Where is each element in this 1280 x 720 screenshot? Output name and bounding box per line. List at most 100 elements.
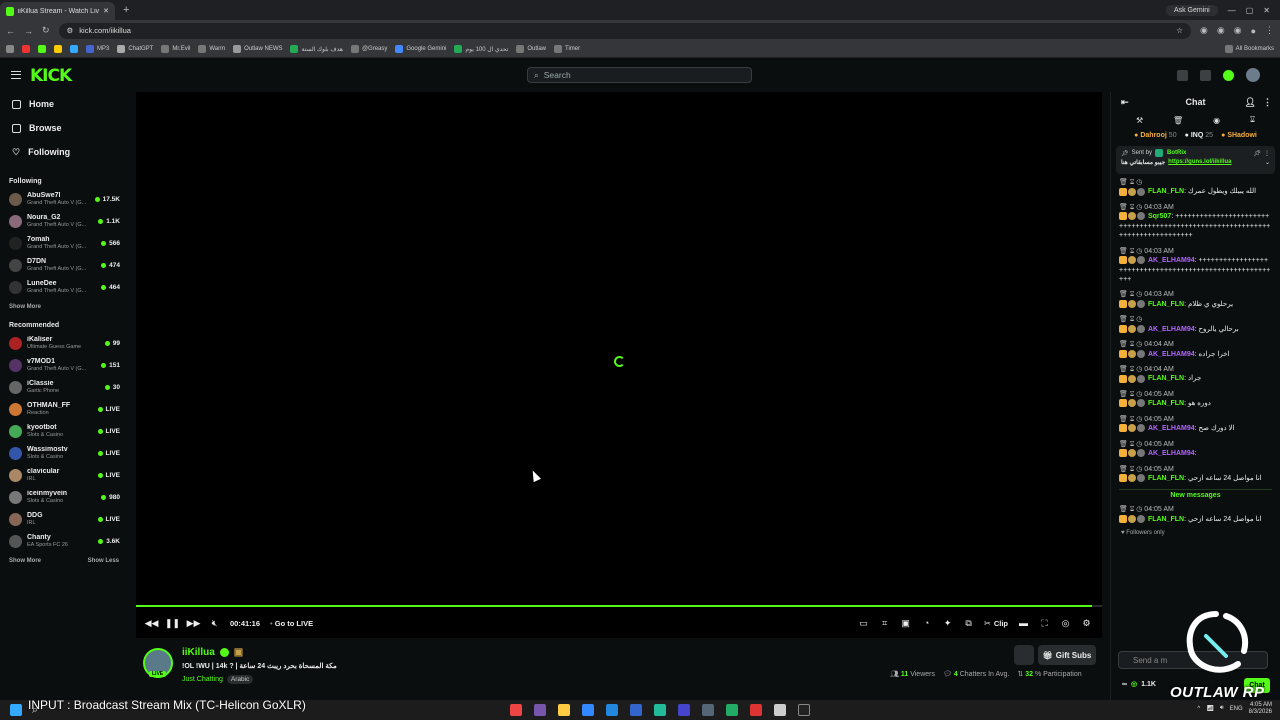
bookmark-icon[interactable] [54,45,62,53]
delete-icon[interactable]: 🗑︎ [1119,291,1128,298]
chat-username[interactable]: AK_ELHAM94 [1148,450,1195,457]
chat-username[interactable]: AK_ELHAM94 [1148,351,1195,358]
timeout-icon[interactable]: ⌛︎ [1130,441,1134,448]
minimize-icon[interactable]: — [1228,6,1236,15]
bookmark-item[interactable]: Timer [554,45,580,53]
go-to-live-button[interactable]: • Go to LIVE [270,619,313,628]
unpin-icon[interactable]: 📌︎ [1253,150,1261,157]
url-field[interactable]: ⚙ kick.com/iikillua ☆ [58,22,1191,39]
close-window-icon[interactable]: ✕ [1263,6,1270,15]
bookmark-item[interactable]: ChatGPT [117,45,153,53]
close-tab-icon[interactable]: ✕ [103,7,109,15]
leaderboard-entry[interactable]: ● SHadowi [1221,132,1257,139]
reload-icon[interactable]: ↻ [42,25,50,36]
app-icon[interactable] [630,704,642,716]
sidebar-channel[interactable]: 7omah Grand Theft Auto V (G... 566 [0,232,128,254]
pause-icon[interactable]: ❚❚ [165,618,180,629]
sidebar-channel[interactable]: D7DN Grand Theft Auto V (G... 474 [0,254,128,276]
pinned-menu-icon[interactable]: ⋮ [1264,150,1270,157]
timeout-icon[interactable]: ⌛︎ [1130,316,1134,323]
app-icon[interactable] [606,704,618,716]
edge-icon[interactable] [654,704,666,716]
bookmark-item[interactable]: @Greasy [350,45,387,53]
delete-icon[interactable]: 🗑︎ [1119,248,1128,255]
forward-icon[interactable]: → [24,26,33,36]
theater-icon[interactable] [1177,69,1188,81]
subscribe-icon-button[interactable] [1014,645,1034,665]
profile-icon[interactable]: ● [1251,26,1256,36]
sidebar-channel[interactable]: OTHMAN_FF Reaction LIVE [0,398,128,420]
fullscreen-icon[interactable]: ⛶ [1039,618,1050,629]
bookmark-item[interactable]: Outlaw NEWS [233,45,282,53]
sidebar-channel[interactable]: v7MOD1 Grand Theft Auto V (G... 151 [0,354,128,376]
chevron-down-icon[interactable]: ⌄ [1265,159,1270,166]
network-icon[interactable]: 📶︎ [1206,705,1214,712]
menu-hamburger-icon[interactable] [11,71,21,79]
bookmark-item[interactable]: تحدي ال 100 يوم [454,45,508,53]
timeout-icon[interactable]: ⌛︎ [1130,204,1134,211]
show-more-following[interactable]: Show More [9,304,41,310]
clip-button[interactable]: ✂ Clip [984,619,1008,628]
screenshot-icon[interactable]: ▣ [900,618,911,629]
boost-icon[interactable]: ✦ [942,618,953,629]
bookmark-item[interactable]: Mr.Evil [161,45,190,53]
trash-icon[interactable]: 🗑︎ [1173,116,1183,125]
sidebar-channel[interactable]: LuneDee Grand Theft Auto V (G... 464 [0,276,128,298]
speed-icon[interactable]: ◔ [921,618,932,629]
timeout-icon[interactable]: ⌛︎ [1130,341,1134,348]
menu-dots-icon[interactable]: ⋮ [1265,25,1274,36]
search-input[interactable]: ⌕ Search [527,67,752,83]
chat-username[interactable]: Sqr507 [1148,213,1171,220]
category-link[interactable]: Just Chatting [182,676,223,683]
bookmark-item[interactable]: MP3 [86,45,109,53]
delete-icon[interactable]: 🗑︎ [1119,179,1128,186]
tray-chevron-icon[interactable]: ^ [1197,706,1200,712]
camera-icon[interactable]: ▭ [858,618,869,629]
maximize-icon[interactable]: ▢ [1246,6,1254,15]
show-more-recommended[interactable]: Show More [9,558,41,564]
collapse-chat-icon[interactable]: ⇤ [1121,97,1129,108]
app-icon[interactable] [534,704,546,716]
sidebar-channel[interactable]: AbuSwe7l Grand Theft Auto V (G... 17.5K [0,188,128,210]
delete-icon[interactable]: 🗑︎ [1119,416,1128,423]
chat-username[interactable]: FLAN_FLN [1148,400,1184,407]
timeout-icon[interactable]: ⌛︎ [1130,391,1134,398]
chrome-icon[interactable] [510,704,522,716]
pinned-link[interactable]: https://guns.lol/iikillua [1168,159,1231,166]
chat-users-icon[interactable]: 👤︎ [1245,97,1256,108]
kick-coins-icon[interactable] [1223,69,1234,81]
timeout-icon[interactable]: ⌛︎ [1130,506,1134,513]
muted-volume-icon[interactable]: 🔇︎ [209,618,220,629]
gift-subs-button[interactable]: 🎁︎ Gift Subs [1038,645,1096,665]
app-icon[interactable] [582,704,594,716]
timeout-icon[interactable]: ⌛︎ [1130,416,1134,423]
language-tag[interactable]: Arabic [226,675,254,684]
delete-icon[interactable]: 🗑︎ [1119,441,1128,448]
timeout-icon[interactable]: ⌛︎ [1130,466,1134,473]
leaderboard-entry[interactable]: ● INQ 25 [1185,132,1213,139]
bookmark-icon[interactable] [70,45,78,53]
chat-username[interactable]: FLAN_FLN [1148,475,1184,482]
timeout-icon[interactable]: ⌛︎ [1130,291,1134,298]
delete-icon[interactable]: 🗑︎ [1119,466,1128,473]
chat-username[interactable]: FLAN_FLN [1148,188,1184,195]
bookmark-item[interactable]: هدف بلوك الستة [290,45,343,53]
hourglass-icon[interactable]: ⌛︎ [1250,115,1255,125]
nav-following[interactable]: ♡ Following [0,140,128,164]
steam-icon[interactable] [702,704,714,716]
start-icon[interactable] [10,704,22,716]
site-info-icon[interactable]: ⚙ [67,26,74,35]
leaderboard-entry[interactable]: ● Dahrooj 50 [1134,132,1176,139]
settings-gear-icon[interactable]: ⚙ [1081,618,1092,629]
bookmark-icon[interactable] [22,45,30,53]
chat-username[interactable]: AK_ELHAM94 [1148,257,1195,264]
extension-icon[interactable]: ◉ [1217,25,1225,36]
quality-icon[interactable]: ◎ [1060,618,1071,629]
bookmark-item[interactable]: Outlaw [516,45,546,53]
timeout-icon[interactable]: ⌛︎ [1130,366,1134,373]
hammer-icon[interactable]: ⚒ [1136,116,1143,125]
new-tab-icon[interactable]: + [123,4,129,16]
user-avatar[interactable] [1246,68,1260,82]
layout-icon[interactable] [1200,69,1211,81]
seek-bar[interactable] [136,605,1102,607]
